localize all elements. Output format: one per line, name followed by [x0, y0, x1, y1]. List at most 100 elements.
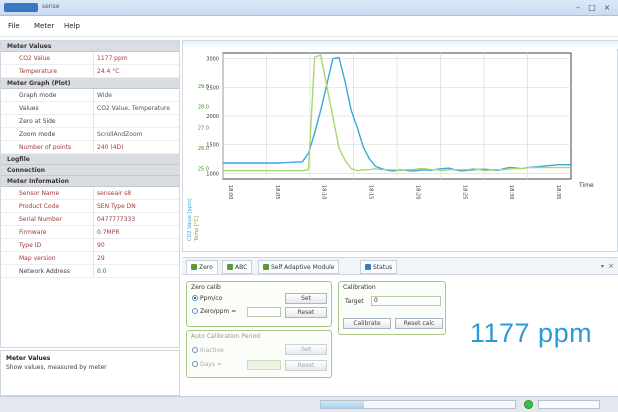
property-key: Network Address [19, 268, 70, 275]
property-row[interactable]: Map version 29 [1, 252, 179, 265]
calibrate-button[interactable]: Calibrate [343, 318, 391, 329]
tab-self-adaptive[interactable]: Self Adaptive Module [258, 260, 340, 274]
property-key: Type ID [19, 242, 42, 249]
chart-svg[interactable]: 1000150020002500300025.026.027.028.029.0… [183, 41, 618, 253]
property-row[interactable]: Zoom mode ScrollAndZoom [1, 128, 179, 141]
status-box [538, 400, 600, 409]
app-logo [4, 3, 38, 12]
tab-abc-label: ABC [235, 264, 248, 271]
status-progress [320, 400, 516, 409]
property-key: Serial Number [19, 216, 62, 223]
property-key: Values [19, 105, 39, 112]
tab-zero-label: Zero [199, 264, 213, 271]
y-right-tick-label: 28.0 [198, 105, 209, 111]
x-tick-label: 18:30 [508, 185, 514, 199]
property-key: Number of points [19, 144, 72, 151]
property-value: SEN Type DN [93, 200, 136, 213]
property-row[interactable]: Network Address 0.0 [1, 265, 179, 278]
property-value: 0.0 [93, 265, 107, 278]
x-tick-label: 18:15 [368, 185, 374, 199]
radio-days-label: Days = [200, 361, 222, 368]
property-value: 0.7MPR [93, 226, 120, 239]
radio-ppm[interactable]: Ppm/co [192, 295, 222, 302]
title-bar: sense – □ × [0, 0, 618, 16]
x-tick-label: 18:05 [274, 185, 280, 199]
property-row[interactable]: Serial Number 0477777333 [1, 213, 179, 226]
property-key: Product Code [19, 203, 60, 210]
window-title: sense [42, 3, 60, 10]
zero-calib-title: Zero calib [191, 284, 221, 291]
property-value [93, 115, 97, 128]
property-row[interactable]: CO2 Value 1177 ppm [1, 52, 179, 65]
y-left-tick-label: 2000 [206, 114, 219, 120]
radio-dot [192, 361, 198, 367]
description-text: Show values, measured by meter [6, 364, 107, 371]
maximize-icon[interactable]: □ [586, 2, 598, 13]
target-input[interactable]: 0 [371, 296, 441, 306]
days-input[interactable] [247, 360, 281, 370]
section-header[interactable]: Logfile [1, 154, 179, 165]
chart-panel[interactable]: 1000 1500 2000 2500 3000 25.0 26.0 27.0 28.0 29.0… [182, 40, 618, 252]
reset-calc-button[interactable]: Reset calc [395, 318, 443, 329]
property-value: Wide [93, 89, 112, 102]
property-row[interactable]: Type ID 90 [1, 239, 179, 252]
menu-bar: File Meter Help [0, 17, 618, 37]
auto-set-button[interactable]: Set [285, 344, 327, 355]
property-row[interactable]: Number of points 240 (4D) [1, 141, 179, 154]
description-panel: Meter Values Show values, measured by me… [0, 350, 180, 396]
zero-reset-button[interactable]: Reset [285, 307, 327, 318]
radio-inactive[interactable]: Inactive [192, 347, 224, 354]
property-row[interactable]: Sensor Name senseair s8 [1, 187, 179, 200]
section-header[interactable]: Meter Information [1, 176, 179, 187]
radio-dot [192, 347, 198, 353]
tab-self-adaptive-icon [263, 264, 269, 270]
section-header[interactable]: Meter Values [1, 41, 179, 52]
property-value: ScrollAndZoom [93, 128, 142, 141]
property-row[interactable]: Temperature 24.4 °C [1, 65, 179, 78]
y-right-tick-label: 26.0 [198, 146, 209, 152]
x-tick-label: 18:25 [461, 185, 467, 199]
pin-icon[interactable]: ▾ [601, 263, 604, 270]
property-value: CO2 Value, Temperature [93, 102, 170, 115]
property-key: Zoom mode [19, 131, 56, 138]
menu-help[interactable]: Help [64, 22, 80, 30]
menu-file[interactable]: File [8, 22, 20, 30]
zero-set-button[interactable]: Set [285, 293, 327, 304]
radio-ppm-label: Ppm/co [200, 295, 223, 302]
property-row[interactable]: Graph mode Wide [1, 89, 179, 102]
auto-reset-button[interactable]: Reset [285, 360, 327, 371]
tab-zero[interactable]: Zero [186, 260, 218, 274]
connection-led-icon [524, 400, 533, 409]
radio-zero-ppm[interactable]: Zero/ppm = [192, 308, 236, 315]
close-icon[interactable]: × [601, 2, 613, 13]
property-row[interactable]: Firmware 0.7MPR [1, 226, 179, 239]
property-value: 24.4 °C [93, 65, 119, 78]
property-row[interactable]: Values CO2 Value, Temperature [1, 102, 179, 115]
menu-meter[interactable]: Meter [34, 22, 54, 30]
property-row[interactable]: Product Code SEN Type DN [1, 200, 179, 213]
legend-co2: CO2 Value [ppm] [187, 198, 193, 241]
tab-status-label: Status [373, 264, 393, 271]
minimize-icon[interactable]: – [572, 2, 584, 13]
radio-dot [192, 308, 198, 314]
description-title: Meter Values [6, 355, 51, 362]
tab-close-icon[interactable]: × [608, 262, 614, 270]
co2-big-value: 1177 ppm [470, 318, 593, 348]
property-value: senseair s8 [93, 187, 131, 200]
y-right-tick-label: 29.0 [198, 84, 209, 90]
radio-zero-ppm-label: Zero/ppm = [200, 308, 237, 315]
tab-status[interactable]: Status [360, 260, 398, 274]
zero-ppm-input[interactable] [247, 307, 281, 317]
calibration-group: Calibration Target 0 Calibrate Reset cal… [338, 281, 446, 335]
tab-abc-icon [227, 264, 233, 270]
x-tick-label: 18:10 [321, 185, 327, 199]
property-key: CO2 Value [19, 55, 51, 62]
tab-abc[interactable]: ABC [222, 260, 253, 274]
x-tick-label: 18:20 [414, 185, 420, 199]
property-row[interactable]: Zero at Side [1, 115, 179, 128]
radio-days[interactable]: Days = [192, 361, 222, 368]
section-header[interactable]: Connection [1, 165, 179, 176]
section-header[interactable]: Meter Graph (Plot) [1, 78, 179, 89]
property-grid[interactable]: Meter Values CO2 Value 1177 ppm Temperature… [0, 40, 180, 348]
property-key: Firmware [19, 229, 47, 236]
